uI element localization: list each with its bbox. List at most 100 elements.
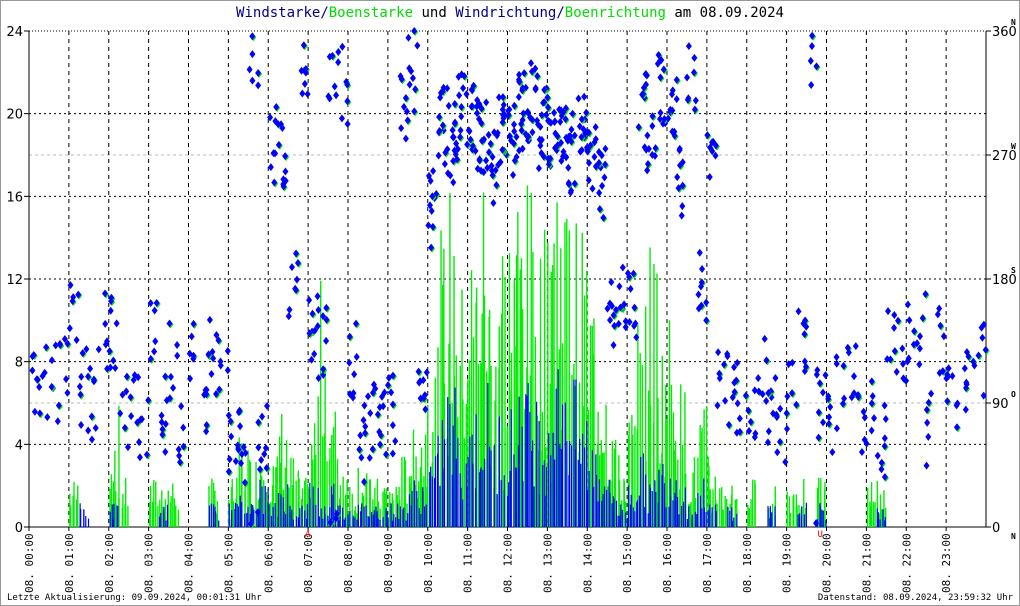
- wind-direction-point: [627, 284, 634, 293]
- wind-direction-point: [528, 59, 535, 68]
- wind-direction-point: [258, 456, 265, 465]
- wind-direction-point: [510, 171, 517, 180]
- wind-direction-point: [333, 91, 340, 100]
- wind-direction-point: [331, 82, 338, 91]
- wind-direction-point: [102, 319, 109, 328]
- wind-direction-point: [532, 84, 539, 93]
- x-tick-label: 08. 14:00: [581, 533, 594, 593]
- wind-direction-point: [170, 383, 177, 392]
- wind-direction-point: [874, 451, 881, 460]
- wind-direction-point: [174, 341, 181, 350]
- x-tick-label: 08. 05:00: [222, 533, 235, 593]
- wind-direction-point: [511, 120, 518, 129]
- wind-direction-point: [249, 76, 256, 85]
- wind-direction-point: [392, 437, 399, 446]
- wind-direction-point: [601, 173, 608, 182]
- wind-direction-point: [923, 461, 930, 470]
- wind-direction-point: [85, 426, 92, 435]
- chart-container: Windstarke/Boenstarke und Windrichtung/B…: [0, 0, 1020, 606]
- wind-direction-point: [858, 448, 865, 457]
- wind-direction-point: [763, 397, 770, 406]
- wind-direction-point: [589, 184, 596, 193]
- wind-direction-point: [784, 424, 791, 433]
- right-tick-label: 360: [992, 25, 1017, 40]
- wind-direction-point: [925, 432, 932, 441]
- x-tick-label: 08. 22:00: [900, 533, 913, 593]
- wind-direction-point: [344, 119, 351, 128]
- wind-direction-point: [445, 101, 452, 110]
- last-update: Letzte Aktualisierung: 09.09.2024, 00:01…: [7, 593, 262, 603]
- left-tick-label: 16: [6, 190, 23, 205]
- x-tick-label: 08. 15:00: [621, 533, 634, 593]
- wind-direction-point: [961, 364, 968, 373]
- wind-direction-point: [346, 358, 353, 367]
- wind-direction-point: [644, 131, 651, 140]
- wind-direction-point: [48, 356, 55, 365]
- x-tick-label: 08. 17:00: [701, 533, 714, 593]
- wind-direction-point: [916, 360, 923, 369]
- wind-direction-point: [95, 345, 102, 354]
- wind-direction-point: [63, 375, 70, 384]
- x-tick-label: 08. 11:00: [462, 533, 475, 593]
- wind-direction-point: [782, 458, 789, 467]
- wind-direction-point: [338, 114, 345, 123]
- wind-direction-point: [607, 316, 614, 325]
- wind-direction-point: [868, 426, 875, 435]
- wind-direction-point: [414, 41, 421, 50]
- wind-direction-point: [692, 96, 699, 105]
- wind-direction-point: [76, 382, 83, 391]
- wind-direction-point: [351, 370, 358, 379]
- wind-direction-point: [151, 306, 158, 315]
- wind-direction-point: [936, 304, 943, 313]
- wind-direction-point: [54, 417, 61, 426]
- wind-direction-point: [772, 374, 779, 383]
- x-tick-label: 08. 10:00: [422, 533, 435, 593]
- wind-direction-point: [285, 312, 292, 321]
- wind-direction-point: [679, 202, 686, 211]
- wind-direction-point: [722, 396, 729, 405]
- wind-direction-point: [117, 409, 124, 418]
- x-tick-label: 08. 20:00: [821, 533, 834, 593]
- x-tick-label: 08. 03:00: [143, 533, 156, 593]
- wind-direction-point: [187, 374, 194, 383]
- wind-direction-point: [304, 90, 311, 99]
- wind-direction-point: [736, 414, 743, 423]
- wind-direction-point: [425, 221, 432, 230]
- wind-direction-point: [568, 125, 575, 134]
- wind-direction-point: [516, 70, 523, 79]
- wind-direction-point: [673, 95, 680, 104]
- wind-direction-point: [457, 126, 464, 135]
- wind-direction-point: [808, 81, 815, 90]
- x-tick-label: 08. 13:00: [541, 533, 554, 593]
- wind-direction-point: [795, 307, 802, 316]
- wind-direction-point: [224, 346, 231, 355]
- wind-direction-point: [398, 124, 405, 133]
- wind-direction-point: [827, 402, 834, 411]
- event-marker: U: [818, 530, 823, 540]
- wind-direction-point: [423, 368, 430, 377]
- wind-direction-point: [88, 435, 95, 444]
- wind-direction-point: [44, 413, 51, 422]
- wind-direction-point: [367, 409, 374, 418]
- wind-direction-point: [774, 448, 781, 457]
- wind-direction-point: [64, 388, 71, 397]
- wind-direction-point: [409, 74, 416, 83]
- wind-direction-point: [581, 92, 588, 101]
- x-tick-label: 08. 07:00: [302, 533, 315, 593]
- x-tick-label: 08. 06:00: [262, 533, 275, 593]
- wind-direction-point: [78, 420, 85, 429]
- wind-direction-point: [565, 163, 572, 172]
- wind-direction-point: [819, 388, 826, 397]
- wind-direction-point: [515, 92, 522, 101]
- wind-direction-point: [906, 316, 913, 325]
- wind-direction-point: [246, 65, 253, 74]
- left-tick-label: 24: [6, 25, 23, 40]
- wind-direction-point: [699, 264, 706, 273]
- wind-direction-point: [36, 382, 43, 391]
- wind-direction-point: [176, 451, 183, 460]
- wind-direction-point: [619, 263, 626, 272]
- wind-direction-point: [34, 375, 41, 384]
- wind-direction-point: [66, 324, 73, 333]
- wind-direction-point: [353, 352, 360, 361]
- wind-direction-point: [585, 176, 592, 185]
